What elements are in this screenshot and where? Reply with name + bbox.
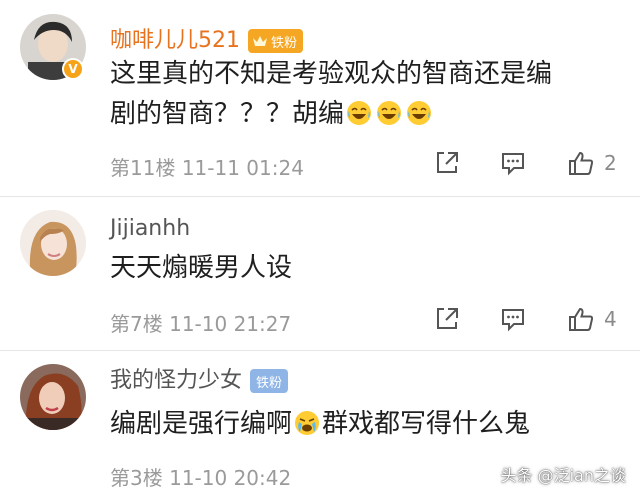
content-line: 这里真的不知是考验观众的智商还是编 bbox=[110, 59, 553, 89]
comment-icon[interactable] bbox=[500, 306, 526, 332]
name-row: 我的怪力少女 铁粉 bbox=[110, 366, 289, 396]
comment-item: V 咖啡儿儿521 铁粉 这里真的不知是考验观众的智商还是编 剧的智商？？？胡编… bbox=[0, 14, 640, 194]
comment-content: 这里真的不知是考验观众的智商还是编 剧的智商？？？胡编 bbox=[110, 54, 620, 134]
name-row: Jijianhh bbox=[110, 214, 190, 244]
comment-actions: 2 bbox=[0, 150, 640, 180]
comment-content: 天天煽暖男人设 bbox=[110, 248, 620, 288]
share-icon[interactable] bbox=[434, 306, 460, 332]
avatar[interactable] bbox=[20, 364, 86, 430]
comment-meta: 第3楼 11-10 20:42 bbox=[110, 462, 291, 491]
content-text: 群戏都写得什么鬼 bbox=[322, 409, 531, 439]
comment-icon[interactable] bbox=[500, 150, 526, 176]
watermark: 头条 @泛ian之谈 bbox=[500, 466, 626, 485]
fan-badge: 铁粉 bbox=[248, 29, 304, 53]
content-line: 编剧是强行编啊 群戏都写得什么鬼 bbox=[110, 404, 620, 444]
username[interactable]: 咖啡儿儿521 bbox=[110, 26, 240, 56]
divider bbox=[0, 350, 640, 351]
thumbs-up-icon[interactable] bbox=[568, 306, 594, 332]
content-line: 天天煽暖男人设 bbox=[110, 253, 293, 283]
floor-number: 第3楼 bbox=[110, 466, 163, 490]
comment-content: 编剧是强行编啊 群戏都写得什么鬼 bbox=[110, 404, 620, 444]
crown-icon bbox=[253, 36, 267, 46]
content-text: 编剧是强行编啊 bbox=[110, 409, 293, 439]
content-text: 剧的智商？？？胡编 bbox=[110, 99, 345, 129]
username[interactable]: 我的怪力少女 bbox=[110, 366, 242, 396]
name-row: 咖啡儿儿521 铁粉 bbox=[110, 26, 304, 56]
laugh-cry-emoji bbox=[377, 101, 402, 125]
verified-icon: V bbox=[62, 58, 84, 80]
crying-emoji bbox=[295, 411, 320, 435]
like-count: 4 bbox=[604, 307, 617, 331]
comment-actions: 4 bbox=[0, 306, 640, 336]
username[interactable]: Jijianhh bbox=[110, 214, 190, 244]
share-icon[interactable] bbox=[434, 150, 460, 176]
comment-time: 11-10 20:42 bbox=[169, 466, 292, 490]
fan-badge-label: 铁粉 bbox=[256, 375, 283, 391]
divider bbox=[0, 196, 640, 197]
thumbs-up-icon[interactable] bbox=[568, 150, 594, 176]
laugh-cry-emoji bbox=[407, 101, 432, 125]
comment-item: Jijianhh 天天煽暖男人设 第7楼 11-10 21:27 4 bbox=[0, 210, 640, 350]
avatar[interactable] bbox=[20, 210, 86, 276]
fan-badge-label: 铁粉 bbox=[271, 35, 298, 51]
laugh-cry-emoji bbox=[347, 101, 372, 125]
fan-badge: 铁粉 bbox=[250, 369, 289, 393]
like-count: 2 bbox=[604, 151, 617, 175]
content-line: 剧的智商？？？胡编 bbox=[110, 94, 620, 134]
